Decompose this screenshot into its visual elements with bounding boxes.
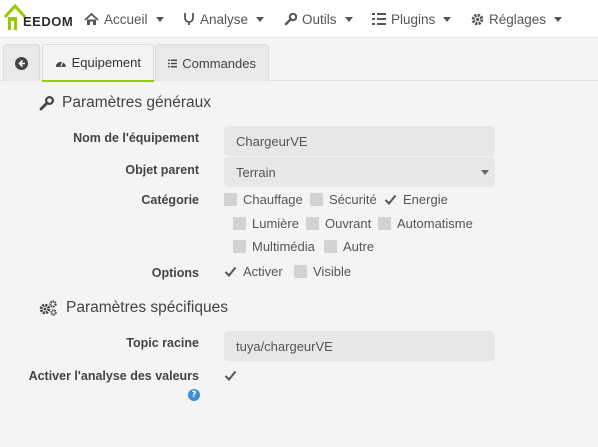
category-autre[interactable]: Autre [324,239,374,254]
equipment-name-label: Nom de l'équipement [73,131,199,145]
specific-settings-heading: Paramètres spécifiques [39,299,228,317]
back-button[interactable] [3,44,40,81]
tab-equipement-label: Equipement [71,55,141,70]
parent-object-select[interactable]: Terrain [224,157,495,187]
home-icon [84,12,99,25]
chevron-down-icon [554,16,563,22]
category-lumiere-label: Lumière [252,216,299,231]
category-automatisme-label: Automatisme [397,216,473,231]
category-securite[interactable]: Sécurité [310,192,377,207]
chevron-down-icon [344,16,353,22]
stethoscope-icon [184,13,194,25]
category-energie[interactable]: Energie [384,192,448,207]
check-icon[interactable] [384,193,397,206]
general-settings-title: Paramètres généraux [62,94,212,111]
checkbox[interactable] [324,240,337,253]
wrench-icon [39,95,54,110]
category-label: Catégorie [141,193,199,207]
topic-root-input[interactable]: tuya/chargeurVE [224,331,495,361]
check-icon[interactable] [224,369,237,382]
checkbox[interactable] [306,217,319,230]
parent-object-value: Terrain [236,164,276,180]
nav-reglages-label: Réglages [489,11,547,27]
category-ouvrant[interactable]: Ouvrant [306,216,371,231]
checkbox[interactable] [310,193,323,206]
nav-plugins[interactable]: Plugins [372,0,452,38]
nav-analyse-label: Analyse [200,11,249,27]
category-multimedia-label: Multimédia [252,239,315,254]
check-icon[interactable] [224,265,237,278]
category-energie-label: Energie [403,192,448,207]
category-lumiere[interactable]: Lumière [233,216,299,231]
nav-reglages[interactable]: Réglages [471,0,563,38]
chevron-down-icon [481,170,489,175]
topic-root-label: Topic racine [126,336,199,350]
nav-accueil[interactable]: Accueil [84,0,164,38]
nav-analyse[interactable]: Analyse [183,0,265,38]
tab-bar: Equipement Commandes [0,44,598,82]
checkbox[interactable] [378,217,391,230]
nav-accueil-label: Accueil [104,11,148,27]
wrench-icon [284,12,297,25]
checkbox[interactable] [233,217,246,230]
tachometer-icon [55,61,66,67]
general-settings-heading: Paramètres généraux [39,94,211,112]
specific-settings-title: Paramètres spécifiques [66,299,228,316]
cogs-icon [39,300,57,316]
category-ouvrant-label: Ouvrant [325,216,372,231]
chevron-down-icon [443,16,452,22]
nav-outils-label: Outils [302,11,337,27]
tasks-icon [372,13,386,25]
cog-icon [471,13,484,25]
chevron-down-icon [155,16,164,22]
option-visible-label: Visible [313,264,352,279]
chevron-down-icon [256,16,265,22]
tab-commandes[interactable]: Commandes [155,44,269,81]
analyse-values-label: Activer l'analyse des valeurs [28,369,199,383]
list-icon [168,59,178,67]
jeedom-logo[interactable]: EEDOM [4,3,73,33]
category-automatisme[interactable]: Automatisme [378,216,473,231]
parent-object-label: Objet parent [125,163,199,177]
question-circle-icon[interactable]: ? [188,389,200,401]
category-multimedia[interactable]: Multimédia [233,239,315,254]
nav-outils[interactable]: Outils [284,0,353,38]
option-activer-label: Activer [243,264,283,279]
option-activer[interactable]: Activer [224,264,283,279]
checkbox[interactable] [224,193,237,206]
nav-plugins-label: Plugins [391,11,436,27]
option-visible[interactable]: Visible [294,264,351,279]
checkbox[interactable] [233,240,246,253]
equipment-name-input[interactable]: ChargeurVE [224,126,495,156]
options-label: Options [151,266,199,280]
tab-equipement[interactable]: Equipement [42,44,154,82]
circle-arrow-left-icon [15,56,28,70]
checkbox[interactable] [294,265,307,278]
tab-commandes-label: Commandes [182,55,256,71]
logo-text: EEDOM [23,14,74,29]
topic-root-value: tuya/chargeurVE [236,338,333,354]
equipment-panel: Equipement Commandes Paramètres généraux… [0,38,598,447]
category-autre-label: Autre [343,239,375,254]
category-chauffage[interactable]: Chauffage [224,192,303,207]
category-securite-label: Sécurité [329,192,377,207]
category-chauffage-label: Chauffage [243,192,303,207]
top-navbar: EEDOM Accueil Analyse Outils Plugins Rég… [0,0,598,38]
equipment-name-value: ChargeurVE [236,133,308,149]
